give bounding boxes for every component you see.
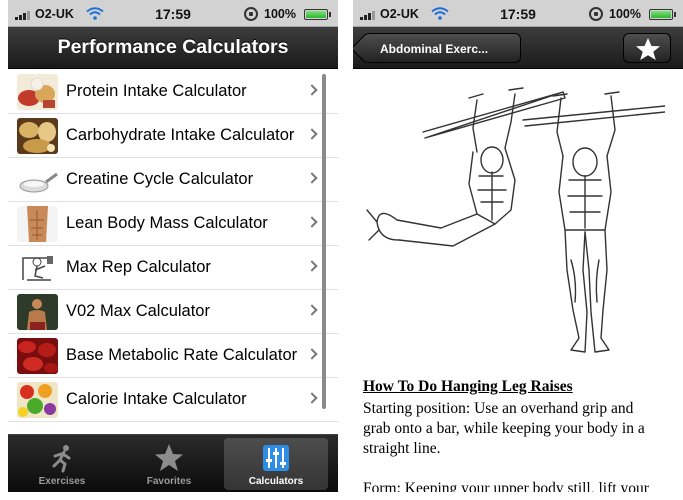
rotation-lock-icon <box>589 7 603 21</box>
exercise-instructions: Starting position: Use an overhand grip … <box>363 400 649 492</box>
chevron-right-icon <box>306 216 318 228</box>
runner-icon <box>52 445 71 473</box>
equalizer-icon <box>263 445 289 471</box>
navigation-bar: Abdominal Exerc... <box>353 27 683 69</box>
torso-thumbnail <box>17 206 58 242</box>
battery-icon <box>649 9 676 20</box>
rotation-lock-icon <box>244 7 258 21</box>
protein-foods-thumbnail <box>17 74 58 110</box>
favorite-button[interactable] <box>623 33 671 63</box>
creatine-scoop-thumbnail <box>17 162 58 198</box>
weightlifting-machine-thumbnail <box>17 250 58 286</box>
calculator-item-label: V02 Max Calculator <box>66 302 210 320</box>
tab-label: Exercises <box>38 476 86 487</box>
page-title: Performance Calculators <box>57 36 289 58</box>
tab-calculators[interactable]: Calculators <box>224 438 328 490</box>
calculator-item-carbohydrate-intake[interactable]: Carbohydrate Intake Calculator <box>8 114 338 158</box>
list-scrollbar[interactable] <box>322 74 326 409</box>
calculator-item-label: Creatine Cycle Calculator <box>66 170 254 188</box>
chevron-right-icon <box>306 84 318 96</box>
chevron-right-icon <box>306 172 318 184</box>
battery-percentage: 100% <box>609 7 641 21</box>
fruit-vegetables-thumbnail <box>17 382 58 418</box>
calculators-screen: O2-UK 17:59 100% Performance Calculators… <box>8 0 338 492</box>
carbohydrate-foods-thumbnail <box>17 118 58 154</box>
calculator-item-label: Lean Body Mass Calculator <box>66 214 268 232</box>
chevron-right-icon <box>306 392 318 404</box>
back-button-label: Abdominal Exerc... <box>380 42 489 56</box>
calculator-item-label: Base Metabolic Rate Calculator <box>66 346 298 364</box>
calculator-item-lean-body-mass[interactable]: Lean Body Mass Calculator <box>8 202 338 246</box>
calculator-item-calorie-intake[interactable]: Calorie Intake Calculator <box>8 378 338 422</box>
hanging-leg-raise-illustration <box>366 87 665 353</box>
calculator-item-protein-intake[interactable]: Protein Intake Calculator <box>8 70 338 114</box>
tab-label: Favorites <box>146 476 192 487</box>
chevron-right-icon <box>306 348 318 360</box>
status-bar: O2-UK 17:59 100% <box>8 0 338 27</box>
battery-icon <box>304 9 331 20</box>
calculator-item-label: Protein Intake Calculator <box>66 82 247 100</box>
chevron-right-icon <box>306 128 318 140</box>
calculator-item-label: Carbohydrate Intake Calculator <box>66 126 295 144</box>
chevron-right-icon <box>306 260 318 272</box>
blood-cells-thumbnail <box>17 338 58 374</box>
calculator-item-v02-max[interactable]: V02 Max Calculator <box>8 290 338 334</box>
calculator-item-label: Max Rep Calculator <box>66 258 211 276</box>
back-button[interactable]: Abdominal Exerc... <box>363 33 521 63</box>
tab-favorites[interactable]: Favorites <box>117 438 221 490</box>
calculator-item-max-rep[interactable]: Max Rep Calculator <box>8 246 338 290</box>
athlete-thumbnail <box>17 294 58 330</box>
calculator-item-label: Calorie Intake Calculator <box>66 390 247 408</box>
star-icon <box>155 444 183 471</box>
chevron-right-icon <box>306 304 318 316</box>
calculator-list[interactable]: Protein Intake Calculator Carbohydrate I… <box>8 70 338 434</box>
exercise-detail-screen: O2-UK 17:59 100% Abdominal Exerc... How … <box>353 0 683 492</box>
status-bar: O2-UK 17:59 100% <box>353 0 683 27</box>
calculator-item-base-metabolic-rate[interactable]: Base Metabolic Rate Calculator <box>8 334 338 378</box>
tab-bar: Exercises Favorites Calculators <box>8 434 338 492</box>
navigation-bar: Performance Calculators <box>8 27 338 69</box>
battery-percentage: 100% <box>264 7 296 21</box>
calculator-item-creatine-cycle[interactable]: Creatine Cycle Calculator <box>8 158 338 202</box>
tab-exercises[interactable]: Exercises <box>10 438 114 490</box>
exercise-content[interactable]: How To Do Hanging Leg Raises Starting po… <box>353 70 683 492</box>
tab-label: Calculators <box>248 476 304 487</box>
star-icon <box>636 38 660 60</box>
exercise-title: How To Do Hanging Leg Raises <box>363 378 573 395</box>
